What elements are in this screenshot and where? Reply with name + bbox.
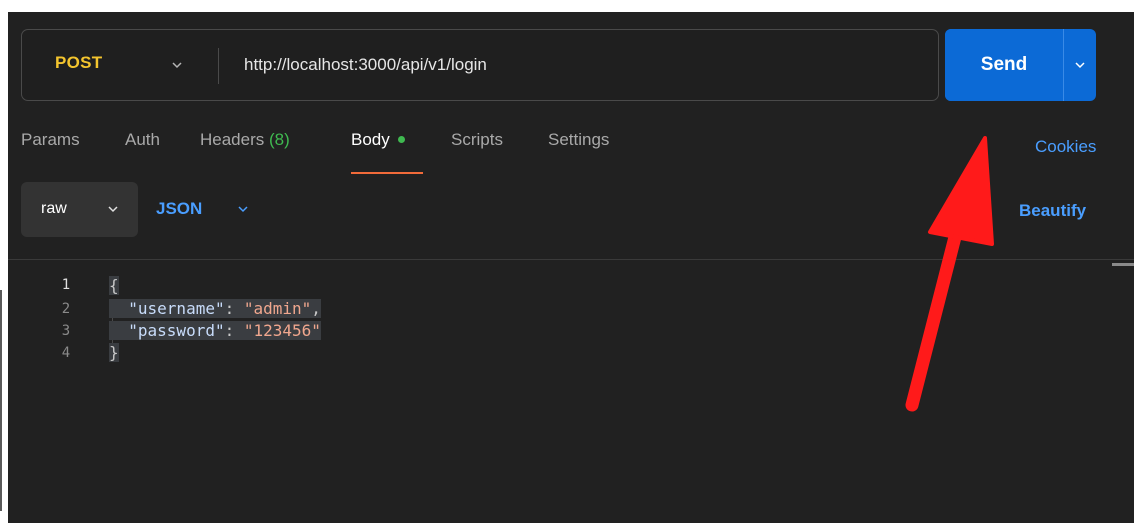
beautify-link[interactable]: Beautify xyxy=(1019,201,1086,221)
code-editor[interactable]: 1 2 3 4 { "username": "admin", "password… xyxy=(8,260,1134,523)
tab-scripts[interactable]: Scripts xyxy=(451,130,503,150)
code-line: } xyxy=(109,342,119,364)
chevron-down-icon xyxy=(238,206,248,213)
json-key: "password" xyxy=(128,321,225,340)
tab-headers-label: Headers xyxy=(200,130,265,149)
app-window: POST Send Params Auth Headers (8) Body xyxy=(0,0,1134,523)
headers-count: (8) xyxy=(269,130,290,149)
line-number: 2 xyxy=(61,301,71,317)
tab-settings[interactable]: Settings xyxy=(548,130,609,150)
panel-left-edge xyxy=(0,290,2,511)
line-number: 4 xyxy=(61,345,71,361)
chevron-down-icon xyxy=(172,62,182,69)
editor-scrollbar[interactable] xyxy=(1112,263,1134,266)
line-gutter: 1 2 3 4 xyxy=(8,260,88,523)
cookies-link[interactable]: Cookies xyxy=(1035,137,1096,157)
active-tab-underline xyxy=(351,172,423,174)
send-button-group: Send xyxy=(945,29,1096,101)
line-number: 3 xyxy=(61,323,71,339)
json-value: "123456" xyxy=(243,321,321,340)
method-select[interactable]: POST xyxy=(22,30,218,100)
tab-params[interactable]: Params xyxy=(21,130,80,150)
body-language-select[interactable]: JSON xyxy=(156,182,266,237)
chevron-down-icon xyxy=(108,206,118,213)
url-divider xyxy=(218,48,219,84)
body-mode-select[interactable]: raw xyxy=(21,182,138,237)
json-key: "username" xyxy=(128,299,225,318)
close-brace: } xyxy=(109,343,119,362)
send-button[interactable]: Send xyxy=(945,29,1063,101)
code-line: { xyxy=(109,275,119,297)
tab-auth[interactable]: Auth xyxy=(125,130,160,150)
json-value: "admin" xyxy=(243,299,312,318)
send-dropdown-button[interactable] xyxy=(1064,29,1096,101)
json-comma: , xyxy=(311,299,321,318)
line-number: 1 xyxy=(61,277,71,293)
code-line: "password": "123456" xyxy=(109,320,321,342)
body-status-dot xyxy=(397,136,405,144)
url-input[interactable] xyxy=(244,50,924,80)
body-language-label: JSON xyxy=(156,199,203,218)
open-brace: { xyxy=(109,276,119,295)
request-panel: POST Send Params Auth Headers (8) Body xyxy=(8,12,1134,523)
method-label: POST xyxy=(55,53,103,72)
tab-body-label: Body xyxy=(351,130,390,149)
tab-body[interactable]: Body xyxy=(351,130,405,150)
tab-headers[interactable]: Headers (8) xyxy=(200,130,290,150)
code-line: "username": "admin", xyxy=(109,298,321,320)
chevron-down-icon xyxy=(1075,62,1085,69)
url-bar: POST xyxy=(21,29,939,101)
body-mode-label: raw xyxy=(41,200,67,217)
